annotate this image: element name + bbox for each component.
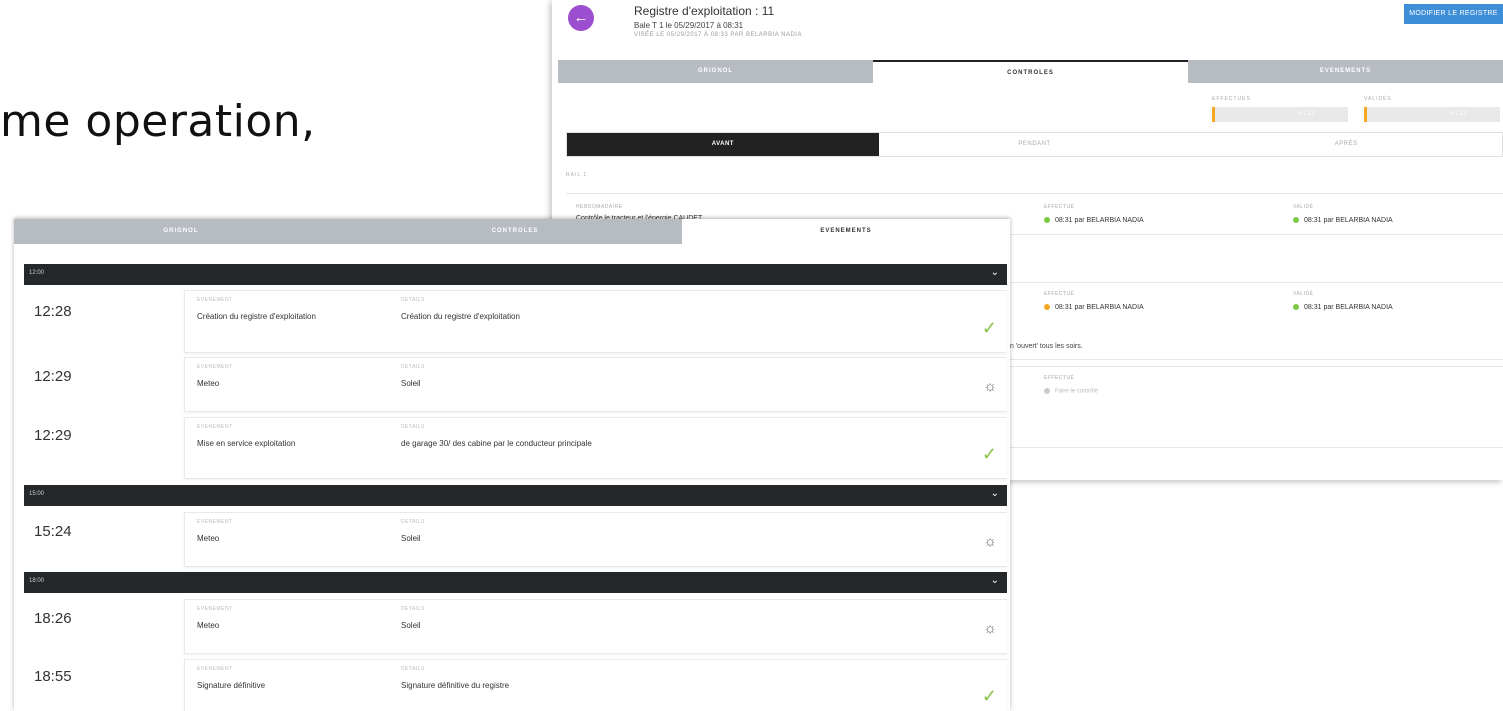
register-title: Registre d'exploitation : 11 (634, 4, 775, 18)
event-card[interactable]: EVENEMENT Création du registre d'exploit… (184, 290, 1007, 353)
valide-value: 08:31 par BELARBIA NADIA (1293, 217, 1393, 224)
control-note: n 'ouvert' tous les soirs. (1010, 343, 1083, 350)
details-label: DETAILS (401, 364, 425, 370)
tab-evenements[interactable]: EVENEMENTS (1188, 60, 1503, 83)
tab-evenements[interactable]: EVENEMENTS (682, 219, 1010, 244)
time-group-label: 15:00 (29, 491, 45, 497)
details-label: DETAILS (401, 606, 425, 612)
modify-register-button[interactable]: MODIFIER LE REGISTRE (1404, 4, 1503, 24)
event-time: 12:28 (34, 303, 72, 320)
event-details: Soleil (401, 621, 421, 630)
tab-controles[interactable]: CONTROLES (873, 60, 1188, 83)
stat-valides-bar: 4 / 12 (1364, 107, 1500, 122)
rail-label: RAIL 1 (566, 172, 588, 178)
event-name: Meteo (197, 621, 220, 630)
phase-tab-apres[interactable]: APRÈS (1190, 133, 1502, 156)
event-details: de garage 30/ des cabine par le conducte… (401, 439, 592, 448)
time-group-label: 12:00 (29, 270, 45, 276)
sun-icon: ☼ (983, 533, 997, 550)
event-card[interactable]: EVENEMENT Mise en service exploitation D… (184, 417, 1007, 479)
front-screenshot-panel: GRIGNOL CONTROLES EVENEMENTS 12:00 ⌄ 12:… (14, 219, 1010, 711)
status-dot-icon (1293, 217, 1299, 224)
event-name: Signature définitive (197, 681, 266, 690)
event-name: Meteo (197, 379, 220, 388)
status-dot-icon (1293, 304, 1299, 311)
valide-label: VALIDÉ (1293, 204, 1314, 210)
details-label: DETAILS (401, 519, 425, 525)
event-label: EVENEMENT (197, 519, 233, 525)
effectue-label: EFFECTUÉ (1044, 204, 1075, 210)
effectue-value: 08:31 par BELARBIA NADIA (1044, 304, 1144, 311)
event-details: Soleil (401, 534, 421, 543)
effectue-label: EFFECTUÉ (1044, 375, 1075, 381)
status-dot-icon (1044, 388, 1050, 394)
check-icon: ✓ (981, 686, 997, 706)
register-signed-info: VISÉE LE 05/29/2017 À 08:33 PAR BELARBIA… (634, 32, 802, 38)
stat-valides-label: VALIDÉS (1364, 96, 1392, 102)
event-card[interactable]: EVENEMENT Meteo DETAILS Soleil ☼ (184, 599, 1007, 654)
sun-icon: ☼ (983, 620, 997, 637)
event-details: Soleil (401, 379, 421, 388)
sun-icon: ☼ (983, 378, 997, 395)
chevron-down-icon[interactable]: ⌄ (991, 488, 999, 499)
status-dot-icon (1044, 304, 1050, 311)
front-tabs: GRIGNOL CONTROLES EVENEMENTS (14, 219, 1010, 244)
details-label: DETAILS (401, 297, 425, 303)
phase-tab-avant[interactable]: AVANT (567, 133, 879, 156)
event-details: Création du registre d'exploitation (401, 312, 520, 321)
effectue-value: 08:31 par BELARBIA NADIA (1044, 217, 1144, 224)
details-label: DETAILS (401, 424, 425, 430)
event-label: EVENEMENT (197, 424, 233, 430)
status-dot-icon (1044, 217, 1050, 224)
register-subtitle: Bale T 1 le 05/29/2017 à 08:31 (634, 21, 744, 30)
back-arrow-icon[interactable]: ← (568, 5, 594, 31)
stat-effectues-label: EFFECTUÉS (1212, 96, 1251, 102)
valide-label: VALIDÉ (1293, 291, 1314, 297)
event-label: EVENEMENT (197, 606, 233, 612)
chevron-down-icon[interactable]: ⌄ (991, 575, 999, 586)
effectue-label: EFFECTUÉ (1044, 291, 1075, 297)
event-time: 18:26 (34, 610, 72, 627)
check-icon: ✓ (981, 444, 997, 464)
event-time: 15:24 (34, 523, 72, 540)
time-group-label: 18:00 (29, 578, 45, 584)
chevron-down-icon[interactable]: ⌄ (991, 267, 999, 278)
card-frequency-label: HEBDOMADAIRE (576, 204, 623, 210)
event-name: Création du registre d'exploitation (197, 312, 316, 321)
tab-grignol[interactable]: GRIGNOL (558, 60, 873, 83)
time-group-header[interactable]: 18:00 ⌄ (24, 572, 1007, 593)
event-time: 18:55 (34, 668, 72, 685)
check-icon: ✓ (981, 318, 997, 338)
valide-value: 08:31 par BELARBIA NADIA (1293, 304, 1393, 311)
event-name: Mise en service exploitation (197, 439, 296, 448)
event-label: EVENEMENT (197, 364, 233, 370)
slide-title-fragment: me operation, (0, 96, 316, 147)
event-time: 12:29 (34, 368, 72, 385)
tab-grignol[interactable]: GRIGNOL (14, 219, 348, 244)
time-group-header[interactable]: 15:00 ⌄ (24, 485, 1007, 506)
event-card[interactable]: EVENEMENT Meteo DETAILS Soleil ☼ (184, 357, 1007, 412)
event-name: Meteo (197, 534, 220, 543)
phase-tabs: AVANT PENDANT APRÈS (566, 132, 1503, 157)
phase-tab-pendant[interactable]: PENDANT (879, 133, 1191, 156)
event-details: Signature définitive du registre (401, 681, 510, 690)
event-time: 12:29 (34, 427, 72, 444)
details-label: DETAILS (401, 666, 425, 672)
time-group-header[interactable]: 12:00 ⌄ (24, 264, 1007, 285)
event-card[interactable]: EVENEMENT Meteo DETAILS Soleil ☼ (184, 512, 1007, 567)
stat-effectues-bar: 4 / 12 (1212, 107, 1348, 122)
back-tabs: GRIGNOL CONTROLES EVENEMENTS (558, 60, 1503, 83)
tab-controles[interactable]: CONTROLES (348, 219, 682, 244)
event-label: EVENEMENT (197, 297, 233, 303)
event-card[interactable]: EVENEMENT Signature définitive DETAILS S… (184, 659, 1007, 711)
effectue-pending: Faire le contrôle (1044, 388, 1098, 395)
event-label: EVENEMENT (197, 666, 233, 672)
